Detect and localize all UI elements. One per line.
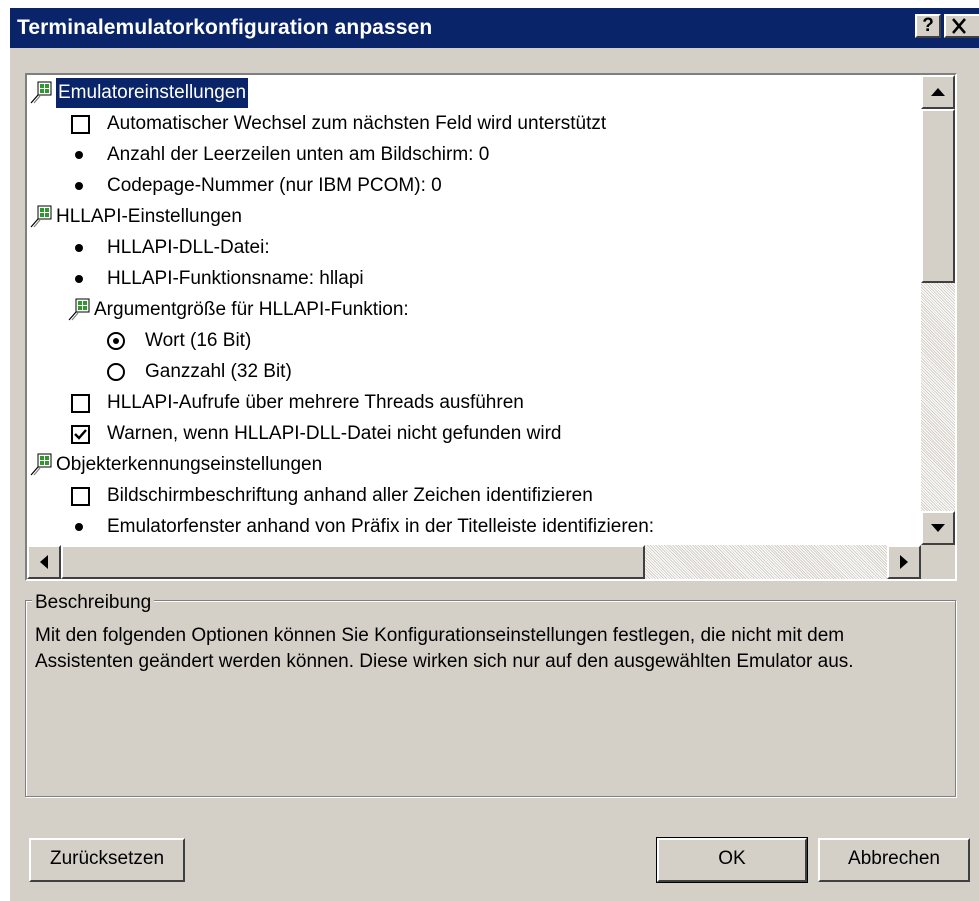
tree-row-label: HLLAPI-Aufrufe über mehrere Threads ausf…	[107, 392, 524, 413]
radio-button[interactable]	[107, 332, 125, 350]
tree-row[interactable]: HLLAPI-DLL-Datei:	[27, 233, 917, 263]
tree-row-label: Anzahl der Leerzeilen unten am Bildschir…	[107, 144, 490, 165]
radio-dot-icon	[113, 338, 119, 344]
checkbox[interactable]	[71, 425, 90, 444]
scroll-left-button[interactable]	[27, 545, 61, 579]
tree-row-label: Argumentgröße für HLLAPI-Funktion:	[94, 299, 409, 320]
tree-row[interactable]: Anzahl der Leerzeilen unten am Bildschir…	[27, 140, 917, 170]
horizontal-scrollbar[interactable]	[27, 545, 921, 579]
cancel-button[interactable]: Abbrechen	[818, 838, 970, 882]
settings-tree[interactable]: Emulatoreinstellungen Automatischer Wechs…	[25, 73, 957, 581]
bullet-icon	[75, 182, 83, 190]
description-text: Mit den folgenden Optionen können Sie Ko…	[35, 625, 854, 672]
tree-row-label: HLLAPI-DLL-Datei:	[107, 237, 270, 258]
settings-group-icon	[30, 453, 52, 476]
tree-row-label: Emulatoreinstellungen	[56, 78, 249, 108]
tree-row-label: Objekterkennungseinstellungen	[56, 454, 323, 475]
description-title: Beschreibung	[32, 592, 155, 614]
bullet-icon	[75, 275, 83, 283]
tree-row[interactable]: Warnen, wenn HLLAPI-DLL-Datei nicht gefu…	[27, 419, 917, 449]
tree-row[interactable]: Codepage-Nummer (nur IBM PCOM): 0	[27, 171, 917, 201]
check-icon	[74, 429, 87, 440]
tree-row[interactable]: Automatischer Wechsel zum nächsten Feld …	[27, 109, 917, 139]
arrow-left-icon	[40, 555, 48, 569]
radio-button[interactable]	[107, 363, 125, 381]
tree-row[interactable]: HLLAPI-Aufrufe über mehrere Threads ausf…	[27, 388, 917, 418]
vertical-scroll-thumb[interactable]	[921, 109, 955, 283]
tree-row-label: Codepage-Nummer (nur IBM PCOM): 0	[107, 175, 442, 196]
bullet-icon	[75, 523, 83, 531]
checkbox[interactable]	[71, 487, 90, 506]
window-title: Terminalemulatorkonfiguration anpassen	[17, 16, 433, 39]
close-button[interactable]	[944, 14, 979, 38]
bullet-icon	[75, 151, 83, 159]
tree-row[interactable]: Argumentgröße für HLLAPI-Funktion:	[27, 295, 917, 325]
close-icon	[952, 18, 966, 34]
scroll-right-button[interactable]	[887, 545, 921, 579]
checkbox[interactable]	[71, 115, 90, 134]
tree-row-label: HLLAPI-Funktionsname: hllapi	[107, 268, 364, 289]
scroll-down-button[interactable]	[921, 511, 955, 545]
tree-row[interactable]: HLLAPI-Einstellungen	[27, 202, 917, 232]
dialog-window: Terminalemulatorkonfiguration anpassen ?…	[9, 7, 979, 901]
tree-row[interactable]: Emulatorfenster anhand von Präfix in der…	[27, 512, 917, 542]
help-button[interactable]: ?	[915, 14, 941, 38]
arrow-up-icon	[931, 88, 945, 96]
tree-row-label: Bildschirmbeschriftung anhand aller Zeic…	[107, 485, 593, 506]
scroll-up-button[interactable]	[921, 75, 955, 109]
scroll-corner	[921, 545, 955, 579]
tree-row[interactable]: Emulatoreinstellungen	[27, 78, 917, 108]
settings-group-icon	[68, 298, 90, 321]
tree-row-label: Ganzzahl (32 Bit)	[145, 361, 292, 382]
ok-button[interactable]: OK	[656, 837, 808, 883]
horizontal-scroll-thumb[interactable]	[61, 545, 645, 579]
arrow-down-icon	[931, 524, 945, 532]
tree-row[interactable]: Bildschirmbeschriftung anhand aller Zeic…	[27, 481, 917, 511]
tree-row-label: Emulatorfenster anhand von Präfix in der…	[107, 516, 655, 537]
tree-row-label: HLLAPI-Einstellungen	[56, 206, 242, 227]
tree-row-label: Warnen, wenn HLLAPI-DLL-Datei nicht gefu…	[107, 423, 562, 444]
tree-content: Emulatoreinstellungen Automatischer Wechs…	[27, 75, 921, 545]
title-bar: Terminalemulatorkonfiguration anpassen ?	[10, 8, 979, 48]
tree-row[interactable]: HLLAPI-Funktionsname: hllapi	[27, 264, 917, 294]
tree-row[interactable]: Wort (16 Bit)	[27, 326, 917, 356]
checkbox[interactable]	[71, 394, 90, 413]
reset-button[interactable]: Zurücksetzen	[29, 838, 185, 882]
tree-row[interactable]: Objekterkennungseinstellungen	[27, 450, 917, 480]
vertical-scrollbar[interactable]	[921, 75, 955, 545]
settings-group-icon	[30, 205, 52, 228]
arrow-right-icon	[900, 555, 908, 569]
bullet-icon	[75, 244, 83, 252]
settings-group-icon	[30, 81, 52, 104]
tree-row-label: Wort (16 Bit)	[145, 330, 252, 351]
tree-row[interactable]: Ganzzahl (32 Bit)	[27, 357, 917, 387]
tree-row-label: Automatischer Wechsel zum nächsten Feld …	[107, 113, 607, 134]
